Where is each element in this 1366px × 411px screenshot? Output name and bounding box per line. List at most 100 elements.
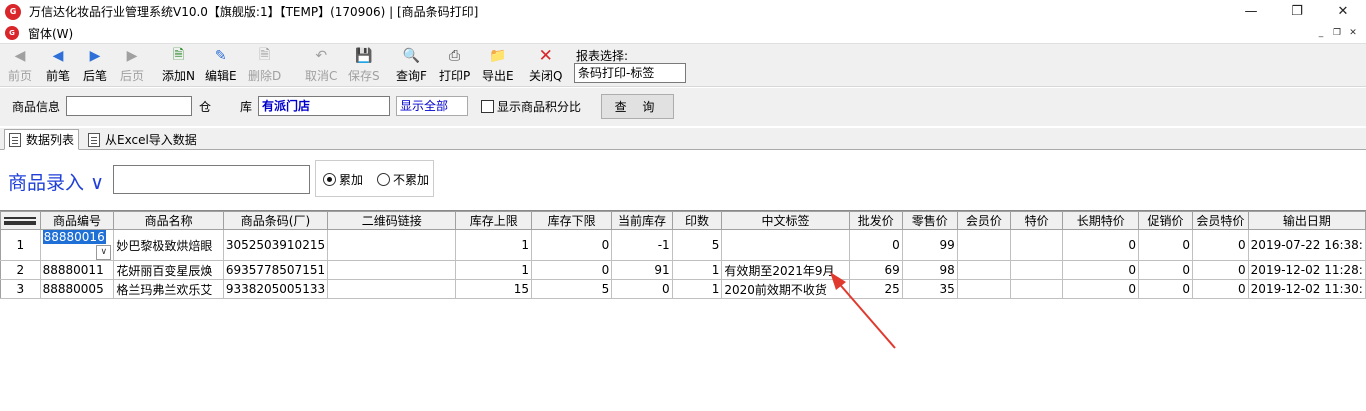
- cell-barcode[interactable]: 3052503910215: [222, 229, 329, 261]
- cell-retail[interactable]: 98: [901, 260, 958, 280]
- table-row[interactable]: 1 88880016 ∨ 妙巴黎极致烘焙眼 3052503910215 1 0 -…: [0, 229, 1366, 261]
- cell-name[interactable]: 花妍丽百变星辰焕: [113, 260, 224, 280]
- menu-item-window[interactable]: 窗体(W): [28, 25, 73, 42]
- column-header[interactable]: 商品编号: [39, 211, 115, 230]
- product-info-input[interactable]: [66, 96, 192, 116]
- cell-min[interactable]: 0: [530, 229, 613, 261]
- store-input[interactable]: 有派门店: [258, 96, 390, 116]
- selected-cell-value[interactable]: 88880016: [42, 230, 106, 244]
- cell-retail[interactable]: 99: [901, 229, 958, 261]
- cell-stock[interactable]: 91: [611, 260, 673, 280]
- report-select[interactable]: 条码打印-标签: [574, 63, 686, 83]
- cell-stock[interactable]: -1: [611, 229, 673, 261]
- cell-special[interactable]: [1009, 229, 1064, 261]
- cell-code[interactable]: 88880016 ∨: [39, 229, 115, 261]
- column-header[interactable]: 批发价: [848, 211, 903, 230]
- query-button[interactable]: 查 询: [601, 94, 674, 119]
- close-window-button[interactable]: ✕: [1320, 0, 1366, 23]
- cell-member-special[interactable]: 0: [1192, 279, 1249, 299]
- cell-prints[interactable]: 1: [671, 279, 723, 299]
- cell-member-special[interactable]: 0: [1192, 260, 1249, 280]
- cell-long-special[interactable]: 0: [1062, 229, 1139, 261]
- chevron-down-icon[interactable]: ∨: [90, 172, 104, 194]
- cell-name[interactable]: 妙巴黎极致烘焙眼: [113, 229, 224, 261]
- cell-member[interactable]: [956, 279, 1011, 299]
- cell-max[interactable]: 1: [455, 229, 532, 261]
- cancel-button[interactable]: ↶ 取消C: [305, 46, 337, 86]
- cell-long-special[interactable]: 0: [1062, 260, 1139, 280]
- next-record-button[interactable]: ▶ 后笔: [83, 46, 107, 86]
- cell-member[interactable]: [956, 229, 1011, 261]
- column-header[interactable]: 库存下限: [530, 211, 613, 230]
- cell-prints[interactable]: 5: [671, 229, 723, 261]
- cell-code[interactable]: 88880011: [39, 260, 115, 280]
- cell-min[interactable]: 0: [530, 260, 613, 280]
- cell-date[interactable]: 2019-12-02 11:30:: [1247, 279, 1366, 299]
- column-header[interactable]: 特价: [1009, 211, 1064, 230]
- table-row[interactable]: 2 88880011 花妍丽百变星辰焕 6935778507151 1 0 91…: [0, 260, 1366, 280]
- prev-record-button[interactable]: ◀ 前笔: [46, 46, 70, 86]
- print-button[interactable]: ⎙ 打印P: [439, 46, 470, 86]
- cell-date[interactable]: 2019-12-02 11:28:: [1247, 260, 1366, 280]
- save-button[interactable]: 💾 保存S: [348, 46, 380, 86]
- cell-wholesale[interactable]: 0: [848, 229, 903, 261]
- table-row[interactable]: 3 88880005 格兰玛弗兰欢乐艾 9338205005133 15 5 0…: [0, 279, 1366, 299]
- cell-prints[interactable]: 1: [671, 260, 723, 280]
- maximize-button[interactable]: ❐: [1274, 0, 1320, 23]
- radio-accumulate[interactable]: [323, 173, 336, 186]
- edit-button[interactable]: ✎ 编辑E: [205, 46, 237, 86]
- cell-member-special[interactable]: 0: [1192, 229, 1249, 261]
- column-header[interactable]: 商品名称: [113, 211, 224, 230]
- cell-special[interactable]: [1009, 260, 1064, 280]
- product-entry-input[interactable]: [113, 165, 310, 194]
- minimize-button[interactable]: —: [1228, 0, 1274, 23]
- column-header[interactable]: 零售价: [901, 211, 958, 230]
- column-header[interactable]: 印数: [671, 211, 723, 230]
- chevron-down-icon[interactable]: ∨: [96, 245, 112, 260]
- cell-long-special[interactable]: 0: [1062, 279, 1139, 299]
- delete-button[interactable]: 🗎 删除D: [248, 46, 281, 86]
- column-header[interactable]: 促销价: [1137, 211, 1194, 230]
- display-option-select[interactable]: 显示全部: [396, 96, 468, 116]
- close-button[interactable]: ✕ 关闭Q: [529, 46, 562, 86]
- radio-no-accumulate[interactable]: [377, 173, 390, 186]
- add-button[interactable]: 🗎 添加N: [162, 46, 195, 86]
- cell-retail[interactable]: 35: [901, 279, 958, 299]
- cell-barcode[interactable]: 9338205005133: [222, 279, 329, 299]
- cell-member[interactable]: [956, 260, 1011, 280]
- cell-min[interactable]: 5: [530, 279, 613, 299]
- column-header[interactable]: 中文标签: [721, 211, 850, 230]
- cell-qr[interactable]: [327, 260, 457, 280]
- mdi-minimize-button[interactable]: _: [1314, 26, 1328, 39]
- grid-corner[interactable]: [0, 211, 41, 230]
- cell-special[interactable]: [1009, 279, 1064, 299]
- cell-date[interactable]: 2019-07-22 16:38:: [1247, 229, 1366, 261]
- mdi-close-button[interactable]: ✕: [1346, 26, 1360, 39]
- last-page-button[interactable]: ▶ 后页: [120, 46, 144, 86]
- cell-barcode[interactable]: 6935778507151: [222, 260, 329, 280]
- show-points-checkbox[interactable]: [481, 100, 494, 113]
- export-button[interactable]: 📁 导出E: [482, 46, 514, 86]
- mdi-restore-button[interactable]: ❐: [1330, 26, 1344, 39]
- cell-qr[interactable]: [327, 279, 457, 299]
- cell-promo[interactable]: 0: [1137, 260, 1194, 280]
- column-header[interactable]: 当前库存: [611, 211, 673, 230]
- cell-name[interactable]: 格兰玛弗兰欢乐艾: [113, 279, 224, 299]
- column-header[interactable]: 长期特价: [1062, 211, 1139, 230]
- tab-data-list[interactable]: 数据列表: [4, 129, 80, 150]
- cell-label[interactable]: [721, 229, 850, 261]
- column-header[interactable]: 商品条码(厂): [222, 211, 329, 230]
- column-header[interactable]: 库存上限: [455, 211, 532, 230]
- first-page-button[interactable]: ◀ 前页: [8, 46, 32, 86]
- column-header[interactable]: 二维码链接: [327, 211, 457, 230]
- query-toolbar-button[interactable]: 🔍 查询F: [396, 46, 427, 86]
- column-header[interactable]: 会员价: [956, 211, 1011, 230]
- cell-qr[interactable]: [327, 229, 457, 261]
- cell-max[interactable]: 15: [455, 279, 532, 299]
- cell-max[interactable]: 1: [455, 260, 532, 280]
- cell-stock[interactable]: 0: [611, 279, 673, 299]
- column-header[interactable]: 输出日期: [1247, 211, 1366, 230]
- cell-promo[interactable]: 0: [1137, 229, 1194, 261]
- cell-code[interactable]: 88880005: [39, 279, 115, 299]
- tab-excel-import[interactable]: 从Excel导入数据: [84, 129, 201, 150]
